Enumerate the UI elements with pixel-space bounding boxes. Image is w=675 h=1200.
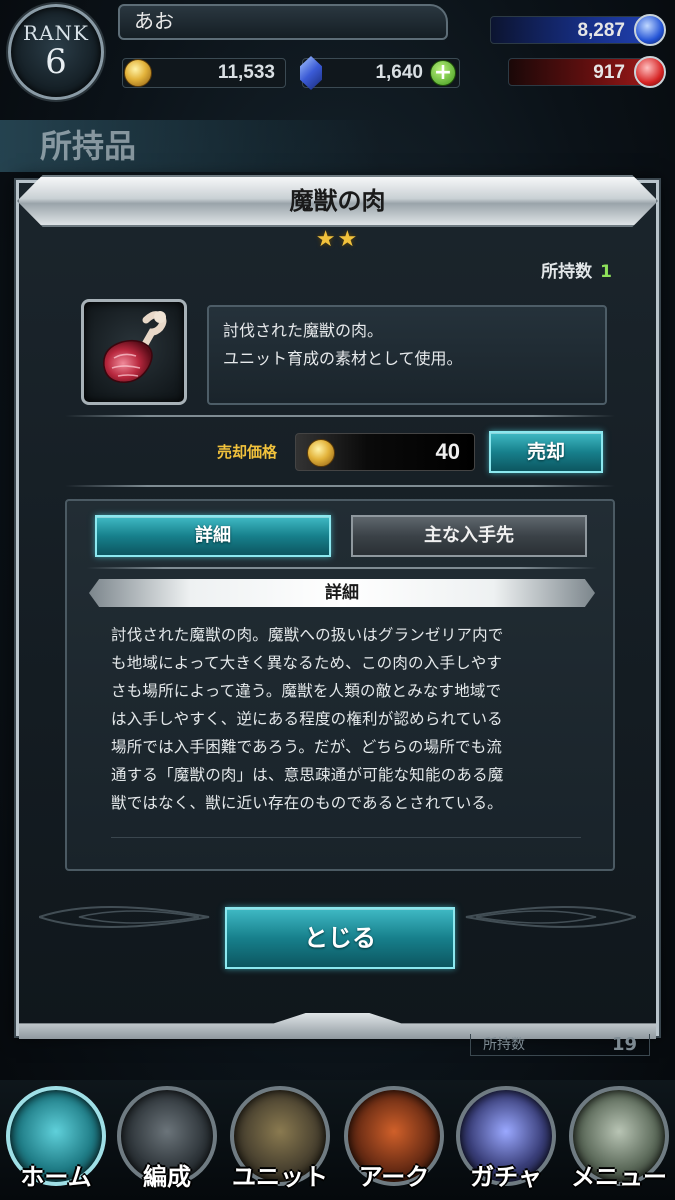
- ornament-left-icon: [39, 906, 210, 928]
- detail-line: 討伐された魔獣の肉。魔獣への扱いはグランゼリア内で: [111, 626, 504, 644]
- nav-ark[interactable]: アーク: [340, 1086, 448, 1194]
- stamina-red-value: 917: [593, 62, 625, 83]
- tab-details[interactable]: 詳細: [95, 515, 331, 557]
- meat-icon: [103, 311, 167, 383]
- stamina-blue-orb-icon: [634, 14, 666, 46]
- detail-line: 場所では入手困難であろう。だが、どちらの場所でも流: [111, 738, 503, 756]
- buy-crystal-button[interactable]: +: [430, 60, 456, 86]
- detail-line: も地域によって大きく異なるため、この肉の入手しやす: [111, 654, 503, 672]
- description-line: 討伐された魔獣の肉。: [223, 321, 384, 340]
- bottom-navigation: ホーム 編成 ユニット アーク ガチャ メニュー: [0, 1080, 675, 1200]
- tab-sources[interactable]: 主な入手先: [351, 515, 587, 557]
- item-image: [81, 299, 187, 405]
- rank-value: 6: [45, 42, 67, 82]
- page-title: 所持品: [0, 120, 380, 172]
- player-name[interactable]: あお: [118, 4, 448, 40]
- sell-price-label: 売却価格: [217, 443, 278, 461]
- background-owned-count: 所持数 19: [470, 1034, 650, 1056]
- nav-label: ホーム: [20, 1163, 92, 1191]
- crystal-value: 1,640: [375, 62, 423, 83]
- stamina-red-orb-icon: [634, 56, 666, 88]
- gold-coin-icon: [307, 439, 335, 467]
- section-ribbon-details: 詳細: [89, 579, 595, 607]
- nav-label: アーク: [358, 1163, 430, 1191]
- nav-menu[interactable]: メニュー: [565, 1086, 673, 1194]
- nav-unit[interactable]: ユニット: [226, 1086, 334, 1194]
- background-owned-label: 所持数: [483, 1037, 525, 1053]
- detail-line: は入手しやすく、逆にある程度の権利が認められている: [111, 710, 503, 728]
- ornament-right-icon: [465, 906, 636, 928]
- nav-label: ガチャ: [470, 1163, 542, 1191]
- background-owned-number: 19: [611, 1034, 637, 1055]
- owned-number: 1: [600, 262, 612, 282]
- nav-label: メニュー: [571, 1163, 667, 1191]
- tab-panel: 詳細 主な入手先 詳細 討伐された魔獣の肉。魔獣への扱いはグランゼリア内で も地…: [65, 499, 615, 871]
- nav-label: ユニット: [232, 1163, 328, 1191]
- nav-label: 編成: [143, 1163, 191, 1191]
- modal-title: 魔獣の肉: [17, 175, 658, 227]
- divider: [65, 415, 615, 417]
- description-line: ユニット育成の素材として使用。: [223, 349, 463, 368]
- rank-badge: RANK 6: [8, 4, 104, 100]
- detail-line: 通する「魔獣の肉」は、意思疎通が可能な知能のある魔: [111, 766, 504, 784]
- divider: [111, 837, 581, 838]
- nav-gacha[interactable]: ガチャ: [452, 1086, 560, 1194]
- gold-coin-icon: [124, 59, 152, 87]
- divider: [87, 567, 597, 569]
- stamina-blue-value: 8,287: [577, 20, 625, 41]
- rarity-stars: ★★: [315, 227, 360, 252]
- sell-button[interactable]: 売却: [489, 431, 603, 473]
- gold-value: 11,533: [217, 62, 275, 83]
- owned-count: 所持数 1: [541, 257, 612, 282]
- item-description: 討伐された魔獣の肉。 ユニット育成の素材として使用。: [207, 305, 607, 405]
- detail-line: さも場所によって違う。魔獣を人類の敵とみなす地域で: [111, 682, 502, 700]
- detail-text: 討伐された魔獣の肉。魔獣への扱いはグランゼリア内で も地域によって大きく異なるた…: [111, 621, 581, 817]
- nav-party[interactable]: 編成: [113, 1086, 221, 1194]
- detail-line: 獣ではなく、獣に近い存在のものであるとされている。: [111, 794, 503, 812]
- nav-home[interactable]: ホーム: [2, 1086, 110, 1194]
- owned-label: 所持数: [541, 262, 593, 282]
- close-button[interactable]: とじる: [225, 907, 455, 969]
- divider: [65, 485, 615, 487]
- sell-price-value: 40: [435, 439, 460, 464]
- item-detail-modal: 魔獣の肉 ★★ 所持数 1 討伐された魔獣の肉。 ユニット育成の素材として使用。 …: [16, 175, 659, 1039]
